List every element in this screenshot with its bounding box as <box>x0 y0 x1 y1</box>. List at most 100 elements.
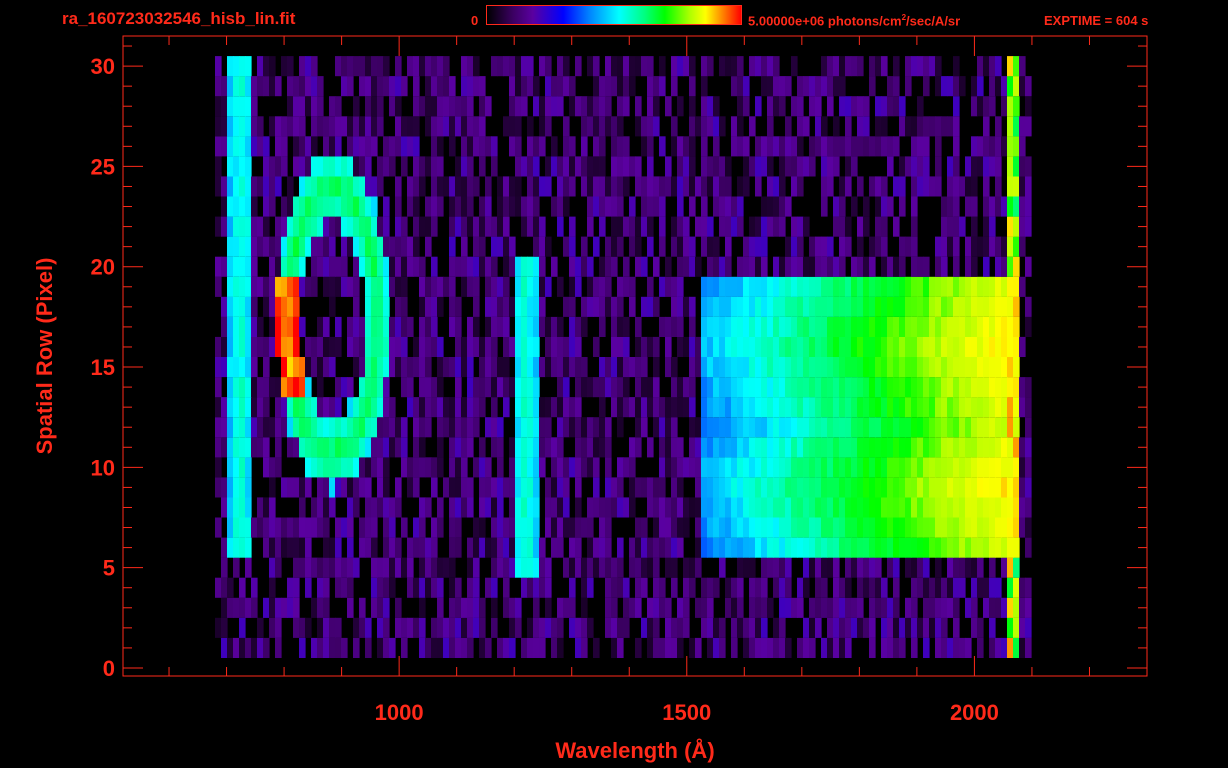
heatmap-cell <box>749 276 756 297</box>
heatmap-cell <box>761 316 768 337</box>
heatmap-cell <box>407 477 414 498</box>
heatmap-cell <box>323 437 330 458</box>
heatmap-cell <box>971 276 978 297</box>
heatmap-cell <box>521 256 528 277</box>
heatmap-cell <box>239 497 246 518</box>
heatmap-cell <box>875 597 882 618</box>
heatmap-cell <box>845 176 852 197</box>
heatmap-cell <box>719 196 726 217</box>
heatmap-cell <box>911 517 918 538</box>
heatmap-cell <box>827 296 834 317</box>
heatmap-cell <box>653 517 660 538</box>
heatmap-cell <box>443 116 450 137</box>
heatmap-cell <box>311 457 318 478</box>
heatmap-cell <box>227 597 234 618</box>
heatmap-cell <box>737 577 744 598</box>
heatmap-cell <box>953 96 960 117</box>
heatmap-cell <box>791 537 798 558</box>
heatmap-cell <box>473 537 480 558</box>
heatmap-cell <box>587 377 594 398</box>
heatmap-cell <box>749 557 756 578</box>
heatmap-cell <box>311 637 318 658</box>
heatmap-cell <box>503 477 510 498</box>
heatmap-cell <box>497 477 504 498</box>
heatmap-cell <box>557 397 564 418</box>
heatmap-cell <box>461 637 468 658</box>
heatmap-cell <box>467 557 474 578</box>
heatmap-cell <box>479 517 486 538</box>
heatmap-cell <box>551 316 558 337</box>
heatmap-cell <box>1025 437 1032 458</box>
heatmap-cell <box>323 256 330 277</box>
heatmap-cell <box>371 76 378 97</box>
heatmap-cell <box>467 156 474 177</box>
heatmap-cell <box>569 457 576 478</box>
heatmap-cell <box>269 557 276 578</box>
heatmap-cell <box>713 457 720 478</box>
heatmap-cell <box>443 477 450 498</box>
heatmap-cell <box>989 136 996 157</box>
heatmap-cell <box>449 176 456 197</box>
heatmap-cell <box>281 156 288 177</box>
heatmap-cell <box>893 256 900 277</box>
heatmap-cell <box>581 637 588 658</box>
heatmap-cell <box>767 637 774 658</box>
heatmap-cell <box>707 276 714 297</box>
heatmap-cell <box>365 256 372 277</box>
heatmap-cell <box>305 216 312 237</box>
heatmap-cell <box>725 437 732 458</box>
heatmap-cell <box>797 477 804 498</box>
heatmap-cell <box>701 477 708 498</box>
heatmap-cell <box>869 597 876 618</box>
heatmap-cell <box>629 497 636 518</box>
heatmap-cell <box>467 597 474 618</box>
heatmap-cell <box>965 236 972 257</box>
heatmap-cell <box>473 296 480 317</box>
heatmap-cell <box>329 176 336 197</box>
heatmap-cell <box>395 176 402 197</box>
heatmap-cell <box>815 417 822 438</box>
heatmap-cell <box>935 276 942 297</box>
heatmap-cell <box>599 296 606 317</box>
heatmap-cell <box>317 357 324 378</box>
heatmap-cell <box>521 76 528 97</box>
heatmap-cell <box>233 377 240 398</box>
heatmap-cell <box>857 96 864 117</box>
heatmap-cell <box>353 196 360 217</box>
heatmap-cell <box>413 577 420 598</box>
heatmap-cell <box>251 196 258 217</box>
heatmap-cell <box>341 517 348 538</box>
heatmap-cell <box>617 56 624 77</box>
heatmap-cell <box>1013 597 1020 618</box>
heatmap-cell <box>959 577 966 598</box>
heatmap-cell <box>989 76 996 97</box>
heatmap-cell <box>605 76 612 97</box>
heatmap-cell <box>323 517 330 538</box>
heatmap-cell <box>563 56 570 77</box>
heatmap-cell <box>791 336 798 357</box>
heatmap-cell <box>851 256 858 277</box>
heatmap-cell <box>947 437 954 458</box>
heatmap-cell <box>317 397 324 418</box>
heatmap-cell <box>923 397 930 418</box>
heatmap-cell <box>281 56 288 77</box>
heatmap-cell <box>851 276 858 297</box>
heatmap-cell <box>449 577 456 598</box>
heatmap-cell <box>755 236 762 257</box>
heatmap-cell <box>767 276 774 297</box>
heatmap-cell <box>875 236 882 257</box>
heatmap-cell <box>797 116 804 137</box>
heatmap-cell <box>887 336 894 357</box>
heatmap-cell <box>611 116 618 137</box>
heatmap-cell <box>875 56 882 77</box>
heatmap-cell <box>857 437 864 458</box>
heatmap-cell <box>635 417 642 438</box>
heatmap-cell <box>857 417 864 438</box>
heatmap-cell <box>821 76 828 97</box>
heatmap-cell <box>785 116 792 137</box>
heatmap-cell <box>437 617 444 638</box>
heatmap-cell <box>977 477 984 498</box>
heatmap-cell <box>971 256 978 277</box>
heatmap-cell <box>419 437 426 458</box>
heatmap-cell <box>233 457 240 478</box>
